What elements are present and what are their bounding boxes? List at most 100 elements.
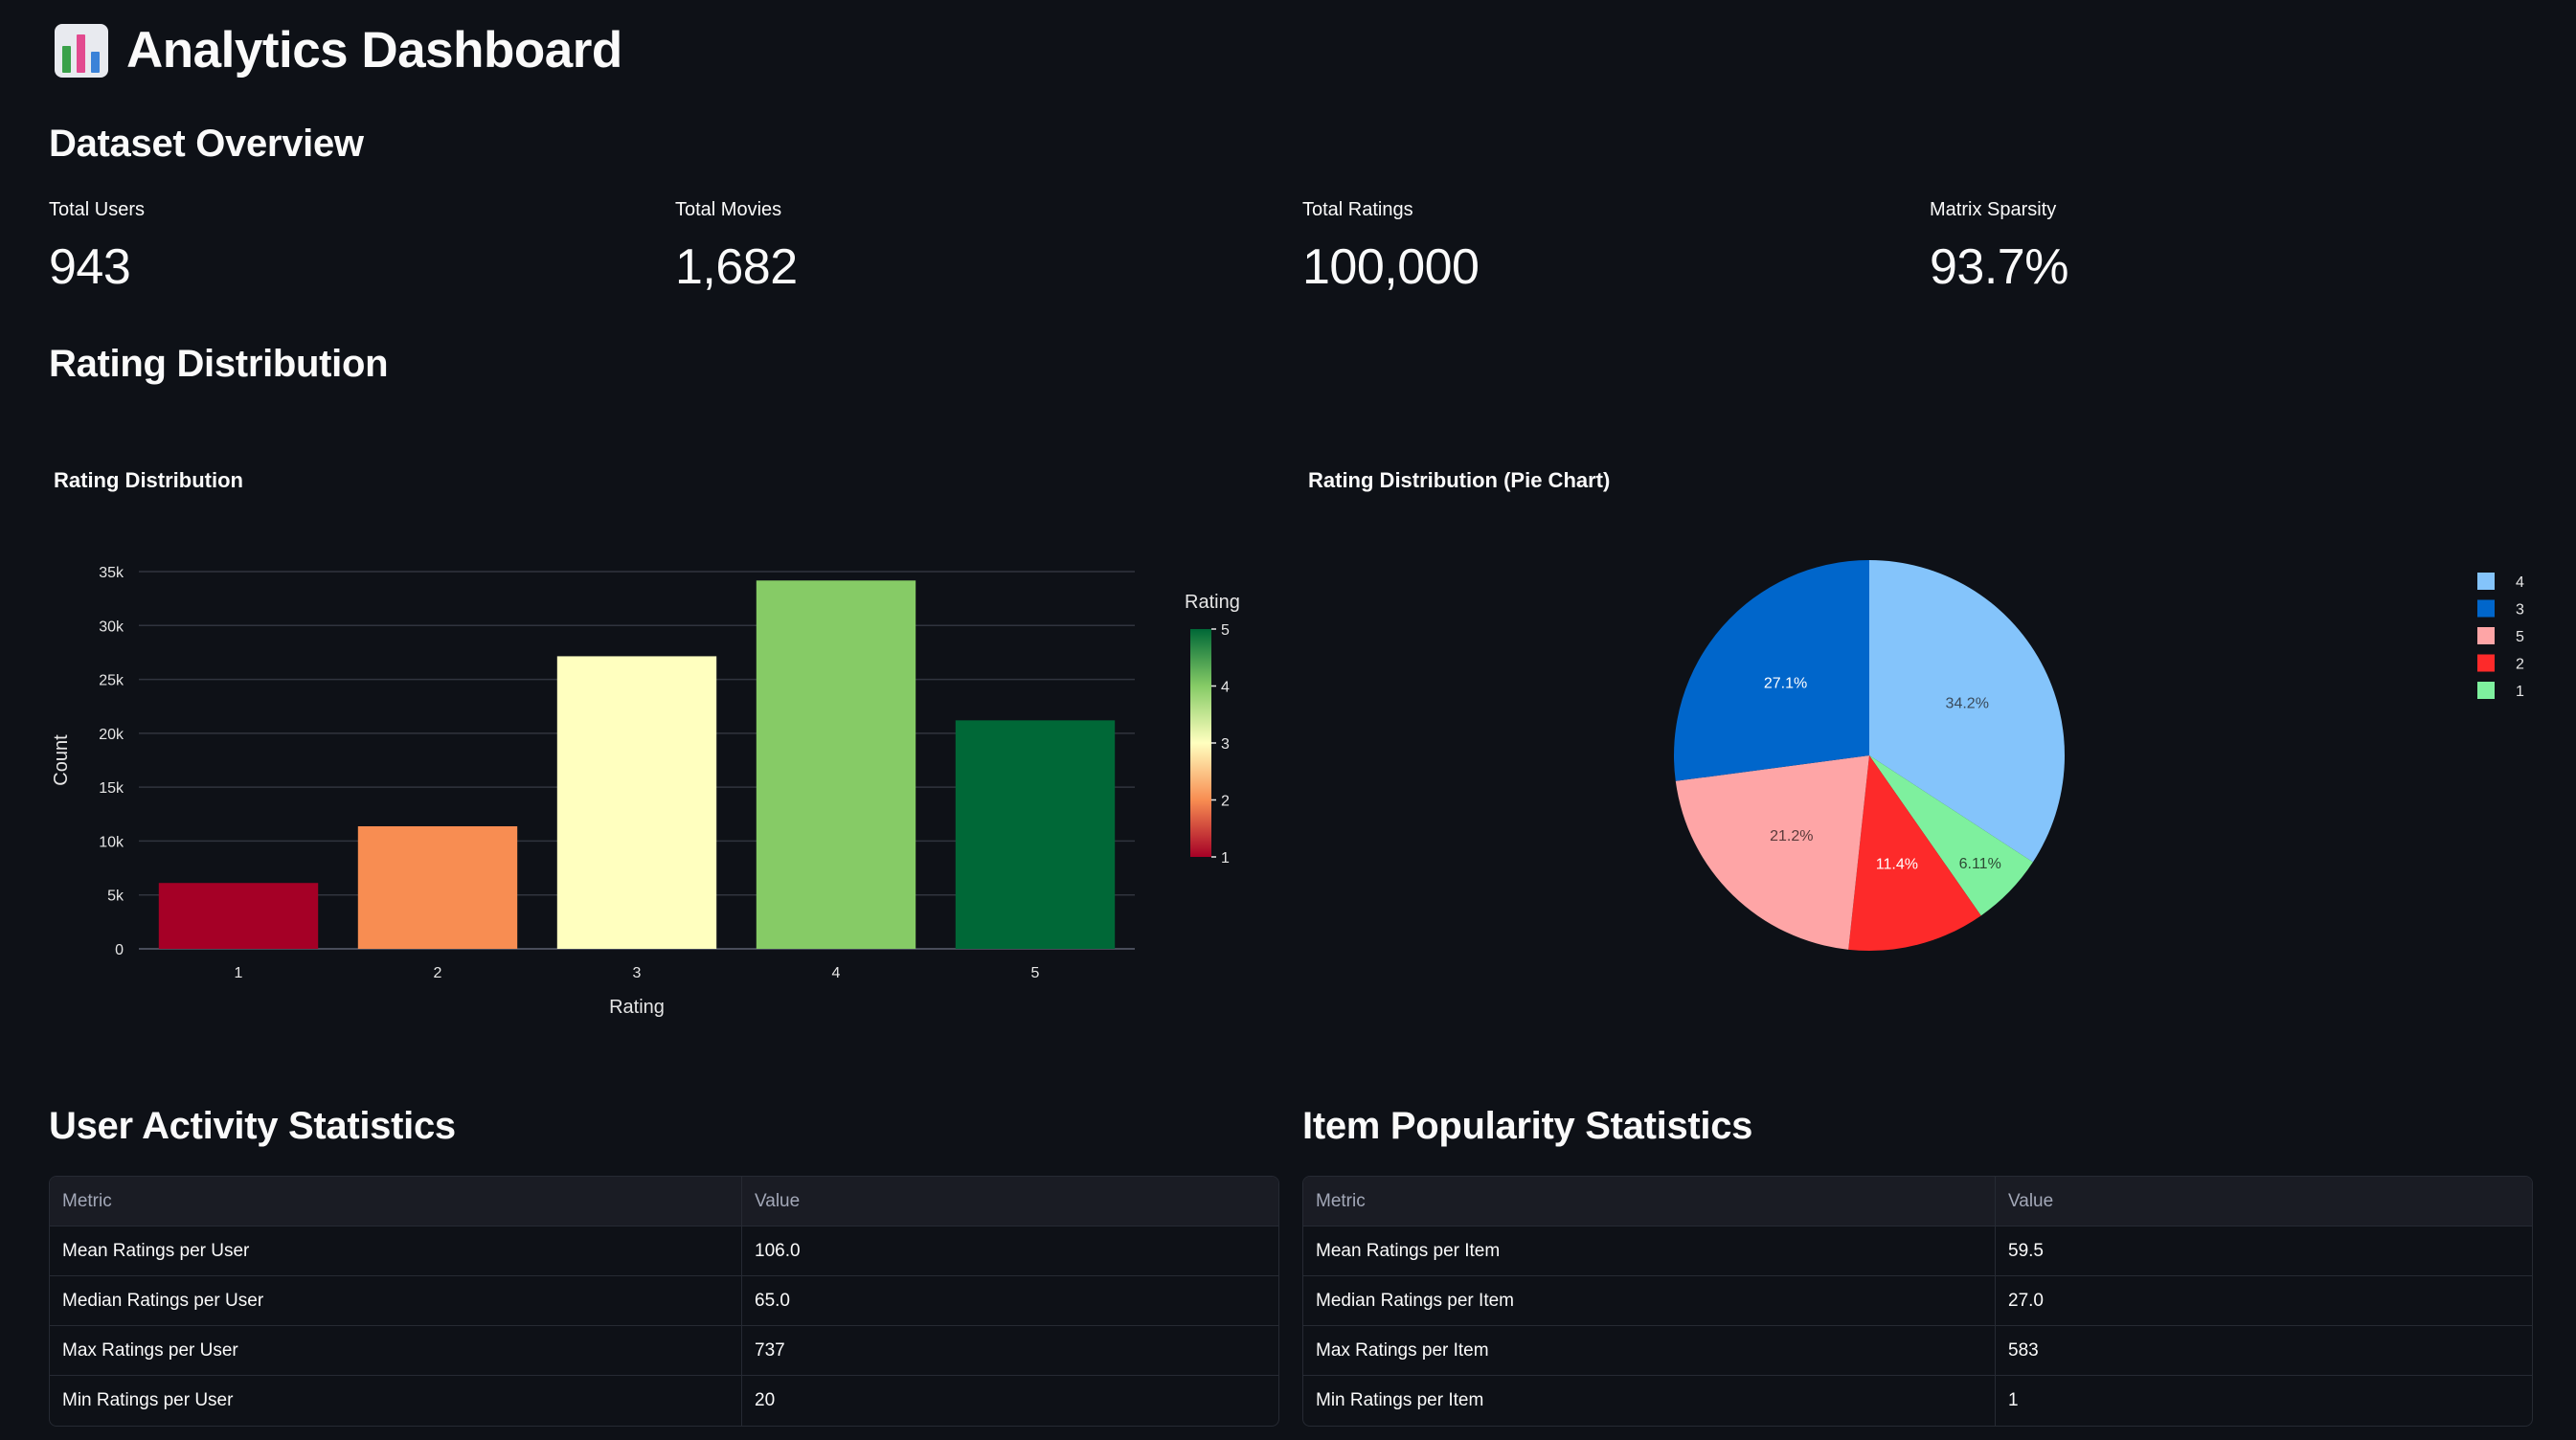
metric-matrix-sparsity: Matrix Sparsity 93.7% [1930, 199, 2068, 296]
table-row: Max Ratings per Item 583 [1303, 1326, 2532, 1376]
page-title: Analytics Dashboard [126, 22, 622, 79]
table-cell-metric[interactable]: Mean Ratings per Item [1303, 1226, 1996, 1275]
pie-chart-title: Rating Distribution (Pie Chart) [1308, 468, 1611, 492]
table-row: Mean Ratings per Item 59.5 [1303, 1226, 2532, 1276]
pie-slice-3[interactable] [1674, 560, 1869, 781]
colorbar [1190, 629, 1211, 857]
pie-slice-label: 6.11% [1959, 856, 2001, 872]
table-row: Median Ratings per User 65.0 [50, 1276, 1278, 1326]
table-cell-metric[interactable]: Median Ratings per Item [1303, 1276, 1996, 1325]
table-header-row: Metric Value [50, 1177, 1278, 1226]
metric-value: 943 [49, 239, 131, 295]
table-cell-value[interactable]: 27.0 [1996, 1276, 2532, 1325]
table-row: Min Ratings per User 20 [50, 1376, 1278, 1426]
column-header-value[interactable]: Value [742, 1177, 1278, 1226]
table-row: Min Ratings per Item 1 [1303, 1376, 2532, 1426]
metric-total-users: Total Users 943 [49, 199, 145, 296]
table-cell-metric[interactable]: Median Ratings per User [50, 1276, 742, 1325]
bar-chart-icon [55, 23, 108, 78]
table-cell-metric[interactable]: Min Ratings per User [50, 1376, 742, 1426]
pie-slice-label: 11.4% [1876, 857, 1918, 873]
table-cell-metric[interactable]: Max Ratings per User [50, 1326, 742, 1375]
user-activity-table[interactable]: Metric Value Mean Ratings per User 106.0… [49, 1176, 1279, 1427]
legend-swatch[interactable] [2477, 682, 2495, 699]
y-tick-label: 15k [99, 780, 124, 797]
metric-total-movies: Total Movies 1,682 [675, 199, 798, 296]
legend-label: 5 [2516, 629, 2524, 645]
y-tick-label: 5k [107, 889, 124, 905]
column-header-metric[interactable]: Metric [1303, 1177, 1996, 1226]
metric-label: Total Ratings [1302, 199, 1413, 220]
bar-rating-5[interactable] [955, 720, 1116, 949]
bar-rating-1[interactable] [158, 883, 319, 949]
table-cell-value[interactable]: 20 [742, 1376, 1278, 1426]
table-cell-value[interactable]: 737 [742, 1326, 1278, 1375]
x-tick-label: 2 [434, 965, 442, 981]
pie-slice-label: 34.2% [1946, 696, 1989, 712]
item-popularity-table[interactable]: Metric Value Mean Ratings per Item 59.5 … [1302, 1176, 2533, 1427]
y-tick-label: 10k [99, 834, 124, 850]
colorbar-title: Rating [1185, 592, 1240, 613]
title-row: Analytics Dashboard [54, 21, 622, 79]
metric-label: Total Movies [675, 199, 782, 220]
colorbar-tick-label: 1 [1221, 850, 1230, 866]
colorbar-tick-label: 3 [1221, 736, 1230, 753]
pie-slice-label: 27.1% [1764, 675, 1807, 691]
legend-swatch[interactable] [2477, 654, 2495, 672]
metric-label: Matrix Sparsity [1930, 199, 2057, 220]
rating-distribution-heading: Rating Distribution [49, 343, 389, 385]
y-tick-label: 20k [99, 727, 124, 743]
table-cell-metric[interactable]: Min Ratings per Item [1303, 1376, 1996, 1426]
x-tick-label: 4 [832, 965, 841, 981]
metric-label: Total Users [49, 199, 146, 220]
item-popularity-heading: Item Popularity Statistics [1302, 1105, 1753, 1147]
dataset-overview-heading: Dataset Overview [49, 123, 364, 165]
column-header-value[interactable]: Value [1996, 1177, 2532, 1226]
legend-label: 4 [2516, 574, 2524, 591]
bar-rating-3[interactable] [556, 656, 717, 949]
colorbar-tick-label: 2 [1221, 794, 1230, 810]
user-activity-heading: User Activity Statistics [49, 1105, 456, 1147]
legend-label: 1 [2516, 684, 2524, 700]
bar-rating-4[interactable] [756, 580, 916, 949]
legend-label: 2 [2516, 657, 2524, 673]
table-cell-metric[interactable]: Max Ratings per Item [1303, 1326, 1996, 1375]
legend-swatch[interactable] [2477, 627, 2495, 644]
metric-value: 100,000 [1302, 239, 1480, 295]
table-cell-value[interactable]: 583 [1996, 1326, 2532, 1375]
table-cell-metric[interactable]: Mean Ratings per User [50, 1226, 742, 1275]
pie-slice-5[interactable] [1675, 755, 1869, 950]
x-tick-label: 5 [1031, 965, 1040, 981]
y-tick-label: 30k [99, 619, 124, 635]
table-cell-value[interactable]: 65.0 [742, 1276, 1278, 1325]
metric-total-ratings: Total Ratings 100,000 [1302, 199, 1480, 296]
y-axis-label: Count [51, 734, 72, 786]
colorbar-tick-label: 5 [1221, 622, 1230, 639]
x-tick-label: 3 [633, 965, 642, 981]
metric-value: 93.7% [1930, 239, 2068, 295]
column-header-metric[interactable]: Metric [50, 1177, 742, 1226]
bar-rating-2[interactable] [357, 826, 518, 949]
table-row: Max Ratings per User 737 [50, 1326, 1278, 1376]
x-tick-label: 1 [235, 965, 243, 981]
table-cell-value[interactable]: 59.5 [1996, 1226, 2532, 1275]
legend-label: 3 [2516, 602, 2524, 619]
legend-swatch[interactable] [2477, 599, 2495, 618]
y-tick-label: 0 [115, 942, 124, 958]
colorbar-tick-label: 4 [1221, 680, 1230, 696]
pie-slice-label: 21.2% [1770, 828, 1813, 844]
y-tick-label: 25k [99, 673, 124, 689]
table-cell-value[interactable]: 106.0 [742, 1226, 1278, 1275]
table-row: Median Ratings per Item 27.0 [1303, 1276, 2532, 1326]
pie-chart[interactable]: 34.2% 6.11% 11.4% 21.2% 27.1% 4 3 5 2 1 [1283, 517, 2566, 1034]
dashboard-page: Analytics Dashboard Dataset Overview Tot… [0, 0, 2576, 1440]
table-row: Mean Ratings per User 106.0 [50, 1226, 1278, 1276]
x-axis-label: Rating [609, 997, 665, 1018]
metric-value: 1,682 [675, 239, 798, 295]
table-header-row: Metric Value [1303, 1177, 2532, 1226]
legend-swatch[interactable] [2477, 573, 2495, 590]
table-cell-value[interactable]: 1 [1996, 1376, 2532, 1426]
bar-chart[interactable]: 0 5k 10k 15k 20k 25k 30k 35k 1 2 3 4 5 Rating Count Rat… [0, 517, 1283, 1034]
y-tick-label: 35k [99, 565, 124, 581]
bar-chart-title: Rating Distribution [54, 468, 243, 492]
